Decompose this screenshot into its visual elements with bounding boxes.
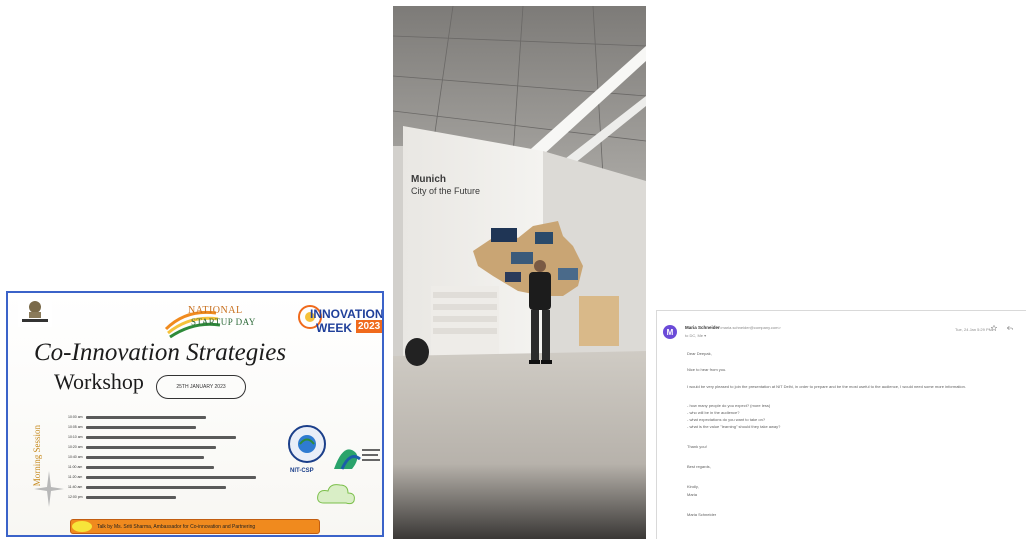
sender-avatar: M [663,325,677,339]
reply-icon[interactable] [1007,325,1013,331]
email-sender-address: <maria.schneider@company.com> [719,325,781,330]
workshop-poster: NATIONAL STARTUP DAY INNOVATION WEEK 202… [6,291,384,537]
email-body-line: I would be very pleased to join the pres… [687,384,966,389]
wall-title-line2: City of the Future [411,186,480,196]
email-body-line: Maria [687,492,698,497]
schedule-row: 12:00 pm [68,492,278,502]
museum-photo: Munich City of the Future [393,6,646,539]
email-body-line: Dear Deepak, [687,351,712,356]
star-icon[interactable] [991,325,997,331]
email-timestamp: Tue, 24 Jan 5:29 PM [955,327,992,332]
schedule-row: 10:00 am [68,412,278,422]
wall-title-line1: Munich [411,174,446,185]
email-recipients[interactable]: to DC, Me ▾ [685,333,706,338]
schedule-list: 10:00 am 10:05 am 10:10 am 10:20 am 10:4… [68,412,278,502]
email-body-line: Nice to hear from you. [687,367,727,372]
schedule-row: 10:20 am [68,442,278,452]
schedule-row: 11:40 am [68,482,278,492]
nit-csp-label: NIT-CSP [290,468,314,474]
email-body-line: Thank you! [687,444,707,449]
email-body-line: - how many people do you expect? (more l… [687,403,771,408]
innovation-week-line2: WEEK [316,321,352,335]
schedule-row: 10:10 am [68,432,278,442]
footer-bullet-icon [72,521,92,532]
nit-csp-logo-icon [288,425,326,463]
email-body-line: Best regards, [687,464,711,469]
poster-title: Co-Innovation Strategies [34,339,287,366]
innovation-week-year: 2023 [356,320,382,333]
email-body-line: - who will be in the audience? [687,410,740,415]
innovation-week-line1: INNOVATION [310,307,384,321]
schedule-row: 11:20 am [68,472,278,482]
email-body-line: Kindly, [687,484,699,489]
email-sender-name[interactable]: Maria Schneider [685,325,720,330]
sparkle-icon [34,471,64,507]
email-body-line: Maria Schneider [687,512,717,517]
email-body-line: - what is the value "learning" should th… [687,424,781,429]
startup-day-line1: NATIONAL [188,305,243,316]
cloud-logo-icon [317,484,355,505]
schedule-row: 10:40 am [68,452,278,462]
schedule-row: 11:00 am [68,462,278,472]
poster-footer-banner: Talk by Ms. Sriti Sharma, Ambassador for… [70,519,320,534]
government-emblem-icon [18,297,52,327]
startup-day-line2: STARTUP DAY [191,317,256,327]
poster-date: 25TH JANUARY 2023 [156,375,246,399]
email-message: M Maria Schneider <maria.schneider@compa… [656,310,1026,539]
poster-subtitle: Workshop [54,369,144,394]
schedule-row: 10:05 am [68,422,278,432]
email-body-line: - what expectations do you want to take … [687,417,766,422]
partner-institute-logo-icon [334,449,380,470]
